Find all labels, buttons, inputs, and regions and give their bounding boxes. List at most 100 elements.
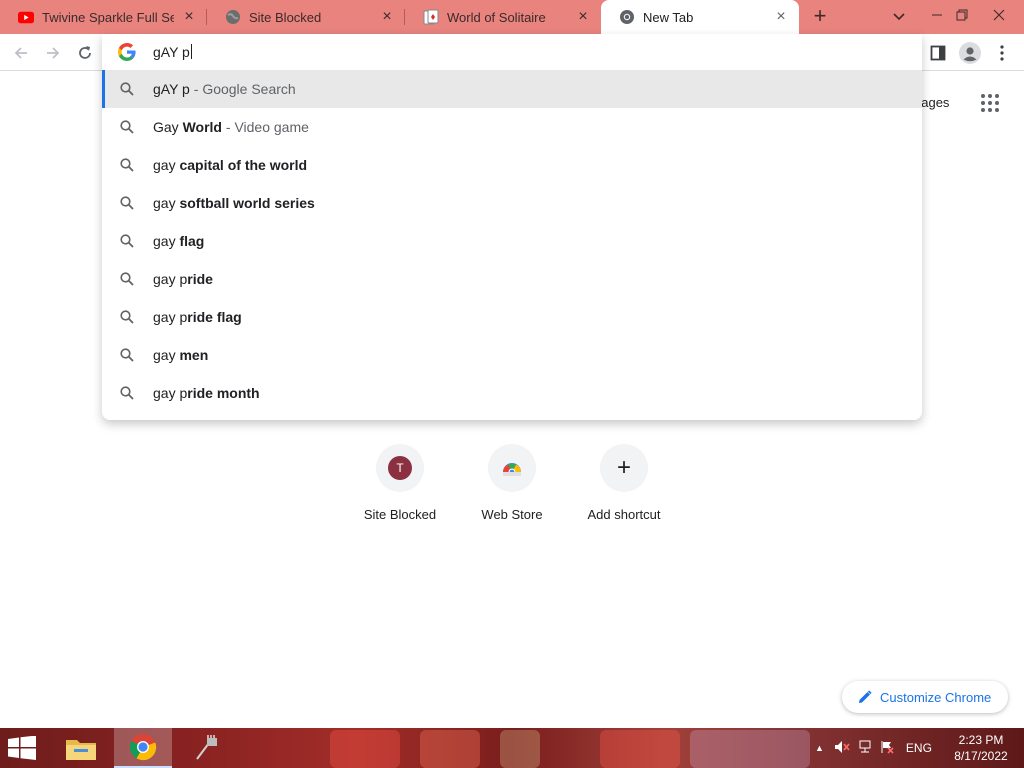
tab-title: New Tab (643, 9, 694, 25)
profile-avatar[interactable] (958, 41, 982, 65)
suggestion-completion: men (179, 347, 209, 363)
language-indicator[interactable]: ENG (906, 741, 932, 755)
clock-time: 2:23 PM (958, 733, 1004, 747)
shortcut-label: Site Blocked (363, 507, 437, 522)
suggestion-text: Gay World - Video game (153, 119, 309, 135)
suggestion-text: gay pride flag (153, 309, 242, 325)
restore-button[interactable] (945, 0, 979, 30)
shortcut-icon-container: T (376, 444, 424, 492)
show-hidden-icons-icon[interactable]: ▲ (815, 743, 824, 753)
suggestion-item[interactable]: Gay World - Video game (102, 108, 922, 146)
suggestion-description: Google Search (202, 81, 296, 97)
forward-button[interactable] (41, 41, 65, 65)
file-explorer-icon[interactable] (58, 728, 104, 768)
suggestion-completion: ride (187, 271, 213, 287)
tab-world-of-solitaire[interactable]: World of Solitaire × (405, 0, 601, 34)
suggestion-item[interactable]: gay flag (102, 222, 922, 260)
network-icon[interactable] (858, 740, 874, 757)
address-bar[interactable]: gAY p (102, 34, 922, 70)
shortcut-label: Web Store (481, 507, 543, 522)
new-tab-button[interactable]: + (806, 5, 834, 29)
suggestion-text: gAY p - Google Search (153, 81, 296, 97)
google-apps-grid-icon[interactable] (980, 93, 1000, 113)
close-tab-icon[interactable]: × (575, 9, 591, 25)
windows-start-icon[interactable] (8, 735, 38, 762)
google-g-icon (118, 43, 136, 61)
search-icon (120, 120, 134, 134)
tab-search-chevron-icon[interactable] (889, 7, 909, 27)
wallpaper-shape (330, 730, 400, 768)
windows-taskbar: ▲ ENG 2:23 PM 8/17/2022 (0, 728, 1024, 768)
suggestion-item[interactable]: gay softball world series (102, 184, 922, 222)
shortcut-label: Add shortcut (587, 507, 661, 522)
suggestion-completion: World (182, 119, 222, 135)
search-icon (120, 348, 134, 362)
close-tab-icon[interactable]: × (379, 9, 395, 25)
suggestion-text: gay pride month (153, 385, 260, 401)
shortcut-site-blocked[interactable]: T Site Blocked (344, 442, 456, 532)
omnibox-dropdown: gAY p gAY p - Google Search Gay World - … (102, 34, 922, 420)
suggestion-description: Video game (234, 119, 309, 135)
tab-strip: Twivine Sparkle Full Serie × Site Blocke… (0, 0, 1024, 34)
suggestion-item[interactable]: gay men (102, 336, 922, 374)
suggestion-query: gay p (153, 309, 188, 325)
close-tab-icon[interactable]: × (773, 9, 789, 25)
wallpaper-shape (600, 730, 680, 768)
tab-title: Twivine Sparkle Full Serie (42, 9, 174, 25)
omnibox-value: gAY p (153, 44, 190, 60)
suggestion-query: gay p (153, 385, 188, 401)
chrome-taskbar-icon[interactable] (114, 728, 172, 768)
search-icon (120, 386, 134, 400)
tab-title: World of Solitaire (447, 9, 546, 25)
add-shortcut-button[interactable]: + Add shortcut (568, 442, 680, 532)
suggestion-query: gay (153, 195, 180, 211)
close-window-button[interactable] (982, 0, 1016, 30)
tab-site-blocked[interactable]: Site Blocked × (207, 0, 405, 34)
shortcut-icon-container: + (600, 444, 648, 492)
tab-twivine-sparkle[interactable]: Twivine Sparkle Full Serie × (0, 0, 207, 34)
suggestion-query: gAY p (153, 81, 190, 97)
menu-kebab-icon[interactable] (990, 41, 1014, 65)
suggestion-item[interactable]: gay pride (102, 260, 922, 298)
wallpaper-shape (420, 730, 480, 768)
suggestion-text: gay capital of the world (153, 157, 307, 173)
clock-date: 8/17/2022 (954, 749, 1008, 763)
customize-label: Customize Chrome (880, 689, 992, 705)
back-button[interactable] (9, 41, 33, 65)
suggestion-item[interactable]: gay capital of the world (102, 146, 922, 184)
suggestion-item[interactable]: gay pride month (102, 374, 922, 412)
plus-icon: + (616, 454, 631, 481)
reload-button[interactable] (73, 41, 97, 65)
clock[interactable]: 2:23 PM 8/17/2022 (948, 732, 1014, 764)
suggestion-dash: - (189, 81, 203, 97)
suggestion-list: gAY p - Google Search Gay World - Video … (102, 70, 922, 412)
suggestion-item[interactable]: gAY p - Google Search (102, 70, 922, 108)
suggestion-text: gay pride (153, 271, 213, 287)
tab-title: Site Blocked (249, 9, 322, 25)
close-tab-icon[interactable]: × (181, 9, 197, 25)
suggestion-item[interactable]: gay pride flag (102, 298, 922, 336)
text-caret (190, 44, 192, 59)
customize-chrome-button[interactable]: Customize Chrome (842, 681, 1008, 713)
suggestion-dash: - (221, 119, 235, 135)
omnibox-input[interactable]: gAY p (153, 44, 192, 60)
side-panel-icon[interactable] (926, 41, 950, 65)
volume-muted-icon[interactable] (834, 740, 850, 757)
suggestion-query: gay (153, 157, 180, 173)
suggestion-text: gay softball world series (153, 195, 315, 211)
system-tray: ▲ ENG (815, 728, 932, 768)
suggestion-completion: ride flag (187, 309, 242, 325)
suggestion-completion: flag (179, 233, 205, 249)
suggestion-text: gay flag (153, 233, 204, 249)
wallpaper-shape (690, 730, 810, 768)
web-store-icon (503, 463, 521, 476)
action-center-flag-icon[interactable] (880, 740, 894, 757)
pinned-app-icon[interactable] (184, 728, 228, 768)
tab-new-tab[interactable]: New Tab × (601, 0, 799, 34)
shortcut-web-store[interactable]: Web Store (456, 442, 568, 532)
letter-avatar-icon: T (388, 456, 412, 480)
suggestion-query: gay p (153, 271, 188, 287)
suggestion-query: gay (153, 347, 180, 363)
youtube-icon (18, 9, 34, 25)
wallpaper-shape (500, 730, 540, 768)
